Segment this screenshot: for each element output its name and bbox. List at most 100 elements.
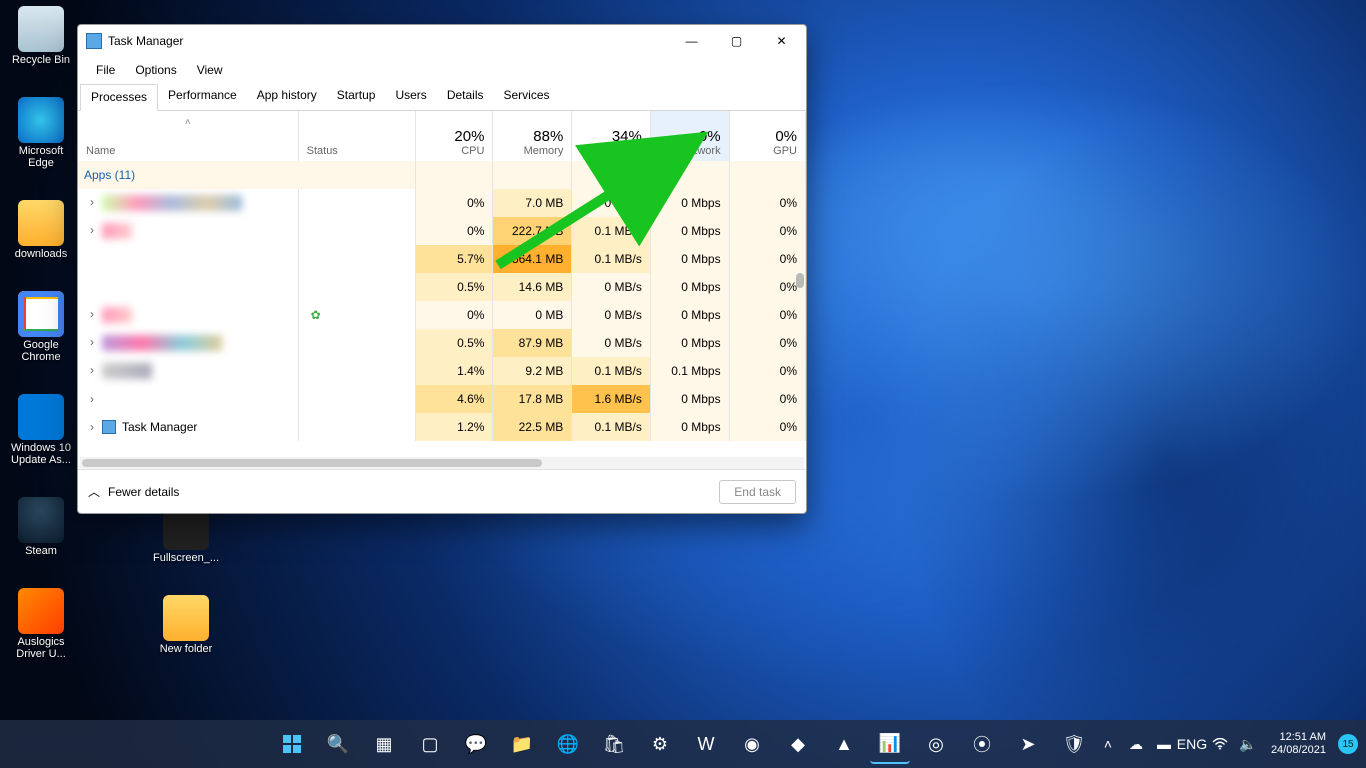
col-header-mem[interactable]: 88%Memory	[493, 111, 572, 161]
chrome-icon	[18, 291, 64, 337]
taskbar-gpuz-button[interactable]: ▲	[824, 724, 864, 764]
menu-bar: FileOptionsView	[78, 57, 806, 83]
desktop-icons-col2: Fullscreen_... New folder	[150, 504, 222, 655]
maximize-button[interactable]: ▢	[714, 26, 759, 56]
menu-options[interactable]: Options	[125, 59, 186, 81]
desktop-icon-bin[interactable]: Recycle Bin	[5, 6, 77, 67]
taskbar-start-button[interactable]	[272, 724, 312, 764]
task-manager-icon	[102, 420, 116, 434]
desktop-icons-col1: Recycle Bin Microsoft Edge downloads Goo…	[5, 6, 77, 661]
vertical-scrollbar[interactable]	[796, 273, 804, 288]
taskbar-widgets-button[interactable]: ▢	[410, 724, 450, 764]
taskbar-defender-button[interactable]: 🛡	[1054, 724, 1094, 764]
tab-app-history[interactable]: App history	[247, 83, 327, 110]
titlebar[interactable]: Task Manager — ▢ ✕	[78, 25, 806, 57]
close-button[interactable]: ✕	[759, 26, 804, 56]
battery-icon[interactable]: ▬	[1153, 724, 1175, 764]
process-row[interactable]: ›1.4%9.2 MB0.1 MB/s0.1 Mbps0%	[78, 357, 806, 385]
expand-icon[interactable]: ›	[86, 335, 98, 349]
desktop-icon-label: Google Chrome	[5, 339, 77, 364]
end-task-button[interactable]: End task	[719, 480, 796, 504]
desktop-icon-win10[interactable]: Windows 10 Update As...	[5, 394, 77, 467]
process-row[interactable]: ›4.6%17.8 MB1.6 MB/s0 Mbps0%	[78, 385, 806, 413]
minimize-button[interactable]: —	[669, 26, 714, 56]
taskbar-send-button[interactable]: ➤	[1008, 724, 1048, 764]
clock[interactable]: 12:51 AM 24/08/2021	[1265, 731, 1332, 757]
taskbar-word-button[interactable]: W	[686, 724, 726, 764]
wifi-icon[interactable]	[1209, 724, 1231, 764]
notification-badge[interactable]: 15	[1338, 734, 1358, 754]
taskbar-search-button[interactable]: 🔍	[318, 724, 358, 764]
process-row[interactable]: ›0%222.7 MB0.1 MB/s0 Mbps0%	[78, 217, 806, 245]
process-name-redacted	[102, 363, 152, 379]
expand-icon[interactable]: ›	[86, 307, 98, 321]
desktop-icon-folder[interactable]: downloads	[5, 200, 77, 261]
taskbar-steam-button[interactable]: ⦿	[962, 724, 1002, 764]
expand-icon[interactable]: ›	[86, 223, 98, 237]
desktop-icon-edge[interactable]: Microsoft Edge	[5, 97, 77, 170]
bin-icon	[18, 6, 64, 52]
tab-processes[interactable]: Processes	[80, 84, 158, 111]
taskbar-chrome-button[interactable]: ◉	[732, 724, 772, 764]
taskbar-edge-button[interactable]: 🌐	[548, 724, 588, 764]
horizontal-scrollbar[interactable]	[80, 457, 804, 469]
desktop-icon-chrome[interactable]: Google Chrome	[5, 291, 77, 364]
desktop-icon-label: Recycle Bin	[12, 54, 70, 67]
tab-startup[interactable]: Startup	[327, 83, 386, 110]
menu-file[interactable]: File	[86, 59, 125, 81]
tab-bar: ProcessesPerformanceApp historyStartupUs…	[78, 83, 806, 111]
taskbar-taskview-button[interactable]: ▦	[364, 724, 404, 764]
process-row[interactable]: ›✿0%0 MB0 MB/s0 Mbps0%	[78, 301, 806, 329]
col-header-gpu[interactable]: 0%GPU	[729, 111, 805, 161]
process-name-redacted	[102, 335, 222, 351]
expand-icon[interactable]: ›	[86, 363, 98, 377]
tab-users[interactable]: Users	[385, 83, 436, 110]
folder-icon	[163, 595, 209, 641]
process-name-redacted	[102, 223, 132, 239]
expand-icon[interactable]: ›	[86, 392, 98, 406]
desktop-icon-label: Windows 10 Update As...	[5, 442, 77, 467]
taskbar-chat-button[interactable]: 💬	[456, 724, 496, 764]
col-header-cpu[interactable]: 20%CPU	[416, 111, 493, 161]
tab-services[interactable]: Services	[494, 83, 560, 110]
taskbar-explorer-button[interactable]: 📁	[502, 724, 542, 764]
desktop[interactable]: Recycle Bin Microsoft Edge downloads Goo…	[0, 0, 1366, 768]
process-name-redacted	[102, 195, 242, 211]
taskbar-taskmgr-button[interactable]: 📊	[870, 724, 910, 764]
process-row[interactable]: 5.7%564.1 MB0.1 MB/s0 Mbps0%	[78, 245, 806, 273]
process-row[interactable]: ›0%7.0 MB0 MB/s0 Mbps0%	[78, 189, 806, 217]
expand-icon[interactable]: ›	[86, 195, 98, 209]
taskbar-brave-button[interactable]: ◆	[778, 724, 818, 764]
window-title: Task Manager	[108, 34, 183, 48]
menu-view[interactable]: View	[187, 59, 233, 81]
col-header-status[interactable]: Status	[298, 111, 416, 161]
desktop-icon-folder[interactable]: New folder	[150, 595, 222, 656]
edge-icon	[18, 97, 64, 143]
process-row[interactable]: ›Task Manager1.2%22.5 MB0.1 MB/s0 Mbps0%	[78, 413, 806, 441]
taskbar-store-button[interactable]: 🛍	[594, 724, 634, 764]
auslogics-icon	[18, 588, 64, 634]
onedrive-icon[interactable]: ☁	[1125, 724, 1147, 764]
tray-overflow-icon[interactable]: ˄	[1097, 724, 1119, 764]
taskbar-pinned: 🔍▦▢💬📁🌐🛍⚙W◉◆▲📊◎⦿➤🛡	[272, 724, 1094, 764]
process-row[interactable]: ›0.5%87.9 MB0 MB/s0 Mbps0%	[78, 329, 806, 357]
col-header-net[interactable]: 0%Network	[650, 111, 729, 161]
volume-icon[interactable]: 🔈	[1237, 724, 1259, 764]
tab-performance[interactable]: Performance	[158, 83, 247, 110]
task-manager-window[interactable]: Task Manager — ▢ ✕ FileOptionsView Proce…	[77, 24, 807, 514]
desktop-icon-steam[interactable]: Steam	[5, 497, 77, 558]
col-header-disk[interactable]: 34%Disk	[572, 111, 651, 161]
desktop-icon-auslogics[interactable]: Auslogics Driver U...	[5, 588, 77, 661]
tab-details[interactable]: Details	[437, 83, 494, 110]
col-header-name[interactable]: ˄Name	[78, 111, 298, 161]
group-row-apps[interactable]: Apps (11)	[78, 161, 806, 189]
expand-icon[interactable]: ›	[86, 420, 98, 434]
taskbar: 🔍▦▢💬📁🌐🛍⚙W◉◆▲📊◎⦿➤🛡 ˄ ☁ ▬ ENG 🔈 12:51 AM 2…	[0, 720, 1366, 768]
process-row[interactable]: 0.5%14.6 MB0 MB/s0 Mbps0%	[78, 273, 806, 301]
fewer-details-toggle[interactable]: ︿ Fewer details	[88, 483, 179, 500]
taskbar-settings-button[interactable]: ⚙	[640, 724, 680, 764]
desktop-icon-label: Fullscreen_...	[153, 552, 219, 565]
language-indicator[interactable]: ENG	[1181, 724, 1203, 764]
process-grid-wrap: ˄NameStatus20%CPU88%Memory34%Disk0%Netwo…	[78, 111, 806, 457]
taskbar-np-button[interactable]: ◎	[916, 724, 956, 764]
